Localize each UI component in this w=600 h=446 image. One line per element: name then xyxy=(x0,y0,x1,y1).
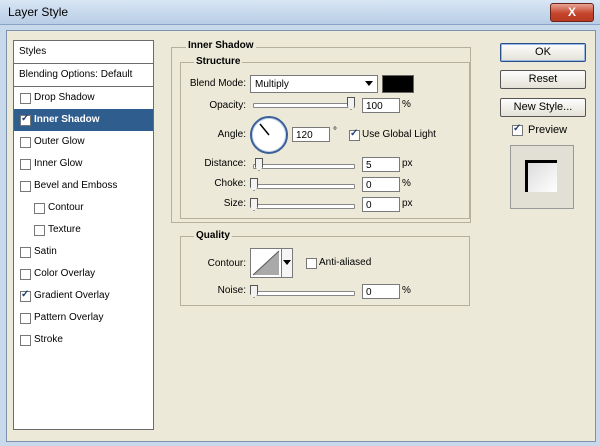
noise-slider[interactable] xyxy=(253,291,355,296)
style-item-label: Bevel and Emboss xyxy=(34,180,118,191)
close-button[interactable]: X xyxy=(550,3,594,22)
gradient-overlay-checkbox[interactable] xyxy=(20,289,31,302)
preview-sample xyxy=(525,160,557,192)
chevron-down-icon xyxy=(283,260,291,265)
style-item-inner-shadow[interactable]: Inner Shadow xyxy=(14,109,153,131)
blend-mode-value: Multiply xyxy=(255,79,289,90)
outer-glow-checkbox[interactable] xyxy=(20,137,31,148)
style-item-inner-glow[interactable]: Inner Glow xyxy=(14,153,153,175)
choke-label: Choke: xyxy=(214,178,246,189)
style-item-label: Gradient Overlay xyxy=(34,290,110,301)
style-item-label: Contour xyxy=(48,202,84,213)
style-item-label: Satin xyxy=(34,246,57,257)
use-global-light-checkbox[interactable] xyxy=(349,128,360,141)
pattern-overlay-checkbox[interactable] xyxy=(20,313,31,324)
distance-unit: px xyxy=(402,158,413,169)
opacity-label: Opacity: xyxy=(209,100,246,111)
style-item-drop-shadow[interactable]: Drop Shadow xyxy=(14,87,153,109)
blend-mode-select[interactable]: Multiply xyxy=(250,75,378,93)
window-title: Layer Style xyxy=(8,5,69,19)
size-slider[interactable] xyxy=(253,204,355,209)
size-input[interactable]: 0 xyxy=(362,197,400,212)
reset-button[interactable]: Reset xyxy=(500,70,586,89)
style-item-bevel-and-emboss[interactable]: Bevel and Emboss xyxy=(14,175,153,197)
new-style-button[interactable]: New Style... xyxy=(500,98,586,117)
choke-slider[interactable] xyxy=(253,184,355,189)
style-item-label: Color Overlay xyxy=(34,268,96,279)
blending-options-label: Blending Options: Default xyxy=(19,69,133,80)
style-item-pattern-overlay[interactable]: Pattern Overlay xyxy=(14,307,153,329)
ok-button[interactable]: OK xyxy=(500,43,586,62)
style-item-label: Stroke xyxy=(34,334,63,345)
styles-header-label: Styles xyxy=(19,46,47,57)
noise-label: Noise: xyxy=(217,285,246,296)
blend-mode-label: Blend Mode: xyxy=(189,78,246,89)
noise-input[interactable]: 0 xyxy=(362,284,400,299)
opacity-input[interactable]: 100 xyxy=(362,98,400,113)
inner-shadow-checkbox[interactable] xyxy=(20,113,31,126)
anti-aliased-checkbox[interactable] xyxy=(306,258,317,269)
style-item-gradient-overlay[interactable]: Gradient Overlay xyxy=(14,285,153,307)
styles-header[interactable]: Styles xyxy=(14,41,153,64)
distance-label: Distance: xyxy=(204,158,246,169)
inner-shadow-title: Inner Shadow xyxy=(186,40,256,51)
angle-label: Angle: xyxy=(217,129,246,140)
angle-unit: ° xyxy=(333,126,337,137)
distance-slider[interactable] xyxy=(253,164,355,169)
anti-aliased-label: Anti-aliased xyxy=(319,257,372,268)
contour-label: Contour: xyxy=(207,258,246,269)
style-item-contour[interactable]: Contour xyxy=(14,197,153,219)
contour-checkbox[interactable] xyxy=(34,203,45,214)
distance-input[interactable]: 5 xyxy=(362,157,400,172)
style-item-stroke[interactable]: Stroke xyxy=(14,329,153,351)
style-item-label: Inner Shadow xyxy=(34,114,100,125)
stroke-checkbox[interactable] xyxy=(20,335,31,346)
satin-checkbox[interactable] xyxy=(20,247,31,258)
inner-glow-checkbox[interactable] xyxy=(20,159,31,170)
title-bar: Layer Style X xyxy=(0,0,600,25)
style-item-satin[interactable]: Satin xyxy=(14,241,153,263)
structure-title: Structure xyxy=(194,56,243,67)
angle-dial[interactable] xyxy=(250,116,288,154)
style-item-label: Pattern Overlay xyxy=(34,312,104,323)
preview-checkbox[interactable] xyxy=(512,123,523,136)
contour-preview-icon xyxy=(252,250,280,276)
quality-title: Quality xyxy=(194,230,232,241)
style-item-label: Inner Glow xyxy=(34,158,83,169)
style-item-color-overlay[interactable]: Color Overlay xyxy=(14,263,153,285)
color-overlay-checkbox[interactable] xyxy=(20,269,31,280)
choke-unit: % xyxy=(402,178,411,189)
use-global-light-label: Use Global Light xyxy=(362,129,436,140)
noise-unit: % xyxy=(402,285,411,296)
shadow-color-swatch[interactable] xyxy=(382,75,414,93)
blending-options-item[interactable]: Blending Options: Default xyxy=(14,64,153,87)
angle-input[interactable]: 120 xyxy=(292,127,330,142)
opacity-unit: % xyxy=(402,99,411,110)
bevel-and-emboss-checkbox[interactable] xyxy=(20,181,31,192)
styles-list: Styles Blending Options: Default Drop Sh… xyxy=(13,40,154,430)
contour-dropdown[interactable] xyxy=(281,248,293,278)
preview-swatch xyxy=(510,145,574,209)
preview-label: Preview xyxy=(528,124,568,136)
style-item-outer-glow[interactable]: Outer Glow xyxy=(14,131,153,153)
style-item-label: Texture xyxy=(48,224,81,235)
size-label: Size: xyxy=(223,198,246,209)
style-item-texture[interactable]: Texture xyxy=(14,219,153,241)
choke-input[interactable]: 0 xyxy=(362,177,400,192)
drop-shadow-checkbox[interactable] xyxy=(20,93,31,104)
chevron-down-icon xyxy=(365,81,373,86)
texture-checkbox[interactable] xyxy=(34,225,45,236)
size-unit: px xyxy=(402,198,413,209)
opacity-slider[interactable] xyxy=(253,103,355,108)
contour-picker[interactable] xyxy=(250,248,282,278)
style-item-label: Drop Shadow xyxy=(34,92,95,103)
angle-dial-needle xyxy=(259,123,270,136)
style-item-label: Outer Glow xyxy=(34,136,85,147)
